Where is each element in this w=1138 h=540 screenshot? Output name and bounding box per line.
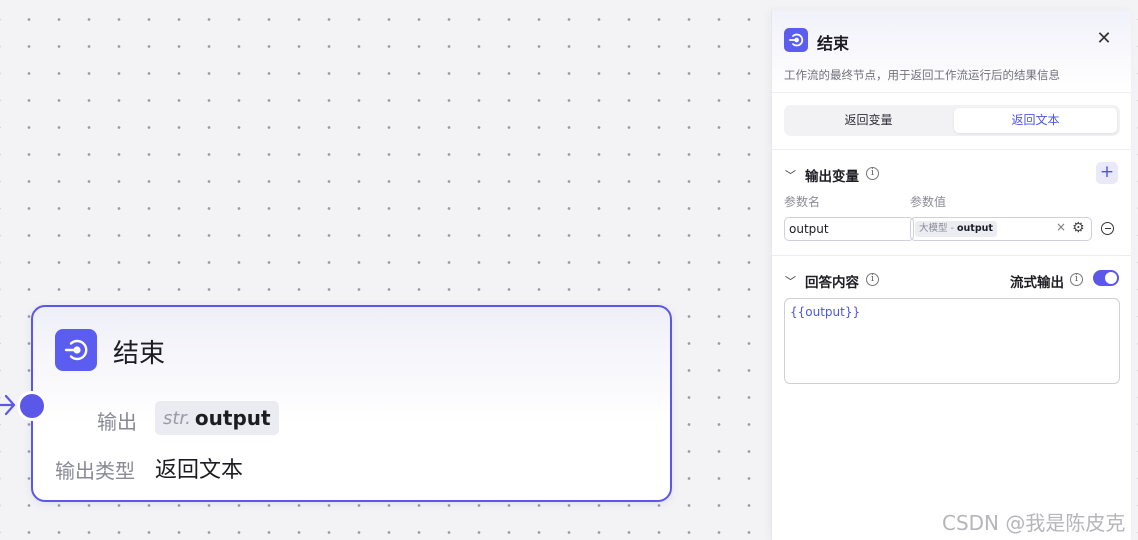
chevron-down-icon[interactable]: ﹀ — [785, 273, 796, 289]
divider — [772, 149, 1131, 150]
gear-icon[interactable]: ⚙ — [1072, 220, 1085, 236]
return-mode-switch: 返回变量 返回文本 — [784, 105, 1120, 136]
output-label: 输出 — [97, 410, 137, 434]
answer-content-text: {{output}} — [790, 305, 861, 319]
tab-return-variables[interactable]: 返回变量 — [787, 108, 950, 133]
node-settings-panel: 结束 ✕ 工作流的最终节点，用于返回工作流运行后的结果信息 返回变量 返回文本 … — [771, 10, 1131, 540]
watermark: CSDN @我是陈皮克 — [942, 511, 1126, 535]
param-name-input[interactable]: output — [784, 217, 914, 241]
stream-output-toggle[interactable] — [1093, 270, 1119, 286]
panel-header: 结束 ✕ 工作流的最终节点，用于返回工作流运行后的结果信息 — [772, 10, 1131, 93]
end-icon — [55, 329, 97, 371]
info-icon[interactable]: i — [866, 273, 879, 286]
output-tag: str. output — [155, 401, 279, 435]
output-type-label: 输出类型 — [55, 459, 135, 483]
answer-content-title: 回答内容 — [805, 275, 859, 291]
clear-icon[interactable]: × — [1056, 220, 1066, 234]
end-node-card[interactable]: 结束 输出 str. output 输出类型 返回文本 — [31, 305, 672, 502]
tab-return-text[interactable]: 返回文本 — [954, 108, 1117, 133]
variable-separator: - — [947, 223, 957, 234]
end-icon — [784, 28, 808, 52]
add-variable-button[interactable]: + — [1096, 162, 1118, 184]
info-icon[interactable]: i — [866, 167, 879, 180]
type-prefix: str. — [163, 407, 191, 429]
remove-variable-icon[interactable] — [1101, 222, 1114, 235]
variable-source: 大模型 — [919, 223, 948, 234]
output-vars-title: 输出变量 — [805, 169, 859, 185]
info-icon[interactable]: i — [1070, 273, 1083, 286]
variable-name: output — [956, 223, 993, 234]
input-port[interactable] — [17, 391, 47, 421]
stream-output-label: 流式输出 — [1010, 275, 1064, 291]
connector-arrow-icon — [0, 394, 16, 416]
variable-reference-chip: 大模型 - output — [915, 221, 997, 237]
output-type-value: 返回文本 — [155, 458, 244, 483]
param-name-header: 参数名 — [784, 195, 821, 209]
panel-description: 工作流的最终节点，用于返回工作流运行后的结果信息 — [784, 68, 1060, 82]
answer-content-editor[interactable]: {{output}} — [784, 298, 1120, 384]
chevron-down-icon[interactable]: ﹀ — [785, 167, 796, 183]
divider — [772, 255, 1131, 256]
output-value: output — [194, 406, 271, 430]
port-dot — [20, 394, 44, 418]
param-value-selector[interactable]: 大模型 - output × — [910, 217, 1092, 241]
panel-title: 结束 — [817, 34, 850, 53]
close-icon[interactable]: ✕ — [1094, 29, 1114, 49]
param-value-header: 参数值 — [910, 195, 947, 209]
node-title: 结束 — [113, 339, 166, 369]
